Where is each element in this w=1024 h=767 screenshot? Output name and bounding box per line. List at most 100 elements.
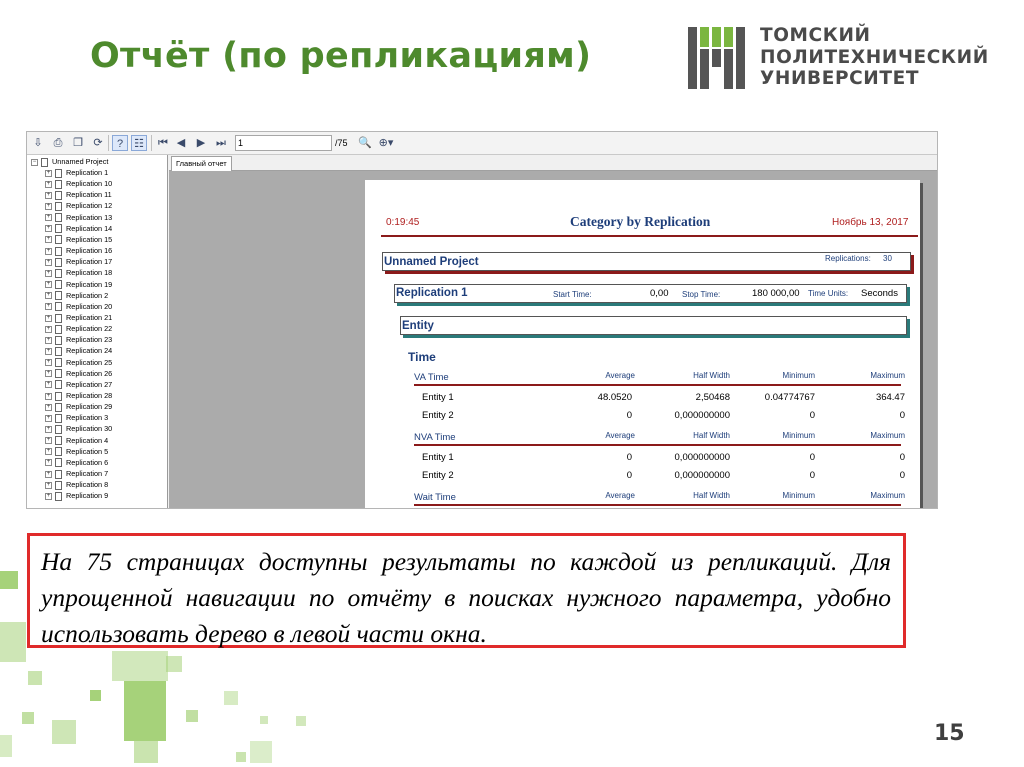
tree-item-replication[interactable]: + Replication 12 (45, 200, 112, 212)
help-icon[interactable]: ? (112, 135, 128, 151)
tree-item-label: Replication 14 (66, 223, 113, 233)
expand-icon[interactable]: + (45, 426, 52, 434)
expand-icon[interactable]: + (45, 459, 52, 467)
tree-item-replication[interactable]: + Replication 24 (45, 345, 112, 356)
collapse-icon[interactable]: − (31, 158, 38, 166)
tree-item-replication[interactable]: + Replication 10 (45, 178, 112, 189)
expand-icon[interactable]: + (45, 225, 52, 233)
expand-icon[interactable]: + (45, 247, 52, 255)
expand-icon[interactable]: + (45, 470, 52, 478)
expand-icon[interactable]: + (45, 236, 52, 244)
next-page-icon[interactable]: ▶ (193, 135, 209, 151)
tree-item-replication[interactable]: + Replication 17 (45, 256, 112, 267)
tree-item-replication[interactable]: + Replication 7 (45, 468, 108, 479)
expand-icon[interactable]: + (45, 303, 52, 311)
tree-toggle-icon[interactable]: ☷ (131, 135, 147, 151)
expand-icon[interactable]: + (45, 180, 52, 188)
tree-item-label: Replication 15 (66, 234, 113, 244)
expand-icon[interactable]: + (45, 281, 52, 289)
tree-item-replication[interactable]: + Replication 30 (45, 423, 112, 435)
expand-icon[interactable]: + (45, 203, 52, 211)
tree-item-replication[interactable]: + Replication 13 (45, 212, 112, 223)
tree-item-replication[interactable]: + Replication 18 (45, 267, 112, 278)
expand-icon[interactable]: + (45, 314, 52, 322)
deco-square (28, 671, 42, 685)
tree-item-replication[interactable]: + Replication 4 (45, 435, 108, 446)
tree-item-replication[interactable]: + Replication 5 (45, 446, 108, 457)
tree-item-replication[interactable]: + Replication 2 (45, 290, 108, 301)
tree-item-replication[interactable]: + Replication 20 (45, 301, 112, 312)
document-icon (55, 469, 62, 479)
tree-item-replication[interactable]: + Replication 21 (45, 312, 112, 323)
document-icon (55, 391, 62, 401)
expand-icon[interactable]: + (45, 292, 52, 300)
search-icon[interactable]: 🔍 (357, 135, 373, 151)
last-page-icon[interactable]: ⏭ (213, 135, 229, 151)
document-icon (55, 257, 62, 267)
tree-item-replication[interactable]: + Replication 9 (45, 490, 108, 501)
replication-box: Replication 1 Start Time: 0,00 Stop Time… (394, 284, 907, 303)
expand-icon[interactable]: + (45, 370, 52, 378)
expand-icon[interactable]: + (45, 414, 52, 422)
tree-item-replication[interactable]: + Replication 16 (45, 245, 112, 256)
export-icon[interactable]: ⇩ (30, 135, 46, 151)
tree-item-replication[interactable]: + Replication 22 (45, 323, 112, 334)
expand-icon[interactable]: + (45, 347, 52, 355)
column-header: Minimum (782, 431, 815, 440)
tree-item-replication[interactable]: + Replication 23 (45, 334, 112, 345)
column-header: Minimum (782, 491, 815, 500)
document-icon (55, 402, 62, 412)
expand-icon[interactable]: + (45, 492, 52, 500)
table-row-label: Entity 2 (422, 410, 454, 421)
document-icon (55, 224, 62, 234)
expand-icon[interactable]: + (45, 437, 52, 445)
deco-square (134, 741, 158, 763)
expand-icon[interactable]: + (45, 169, 52, 177)
tree-item-replication[interactable]: + Replication 27 (45, 379, 112, 390)
expand-icon[interactable]: + (45, 403, 52, 411)
tree-item-replication[interactable]: + Replication 26 (45, 368, 112, 379)
zoom-icon[interactable]: ⊕▾ (375, 135, 397, 151)
document-icon (55, 335, 62, 345)
tree-item-replication[interactable]: + Replication 29 (45, 401, 112, 412)
tree-item-replication[interactable]: + Replication 28 (45, 390, 112, 401)
first-page-icon[interactable]: ⏮ (155, 135, 171, 151)
expand-icon[interactable]: + (45, 269, 52, 277)
deco-square (250, 741, 272, 763)
expand-icon[interactable]: + (45, 336, 52, 344)
tree-item-replication[interactable]: + Replication 3 (45, 412, 108, 423)
project-name: Unnamed Project (384, 256, 479, 268)
expand-icon[interactable]: + (45, 381, 52, 389)
tree-item-replication[interactable]: + Replication 8 (45, 479, 108, 490)
tree-item-replication[interactable]: + Replication 1 (45, 167, 108, 178)
refresh-icon[interactable]: ⟳ (90, 135, 106, 151)
table-cell: 0 (809, 452, 815, 463)
expand-icon[interactable]: + (45, 258, 52, 266)
page-number-input[interactable]: 1 (235, 135, 332, 151)
tree-item-replication[interactable]: + Replication 6 (45, 457, 108, 468)
expand-icon[interactable]: + (45, 359, 52, 367)
tab-main-report[interactable]: Главный отчет (171, 156, 232, 171)
tree-item-replication[interactable]: + Replication 25 (45, 357, 112, 368)
copy-icon[interactable]: ❐ (70, 135, 86, 151)
table-cell: 364.47 (875, 392, 905, 403)
table-cell: 0,000000000 (674, 452, 730, 463)
deco-square (0, 622, 26, 662)
tree-item-replication[interactable]: + Replication 14 (45, 223, 112, 234)
expand-icon[interactable]: + (45, 392, 52, 400)
expand-icon[interactable]: + (45, 191, 52, 199)
tree-root[interactable]: − Unnamed Project (31, 156, 108, 167)
expand-icon[interactable]: + (45, 325, 52, 333)
document-icon (55, 358, 62, 368)
print-icon[interactable]: ⎙ (50, 135, 66, 151)
tree-item-replication[interactable]: + Replication 15 (45, 234, 112, 245)
tree-item-replication[interactable]: + Replication 19 (45, 279, 112, 290)
prev-page-icon[interactable]: ◀ (173, 135, 189, 151)
expand-icon[interactable]: + (45, 448, 52, 456)
document-icon (55, 436, 62, 446)
group-rule (414, 444, 901, 446)
tree-item-replication[interactable]: + Replication 11 (45, 189, 112, 200)
entity-label: Entity (402, 320, 434, 332)
expand-icon[interactable]: + (45, 214, 52, 222)
expand-icon[interactable]: + (45, 481, 52, 489)
